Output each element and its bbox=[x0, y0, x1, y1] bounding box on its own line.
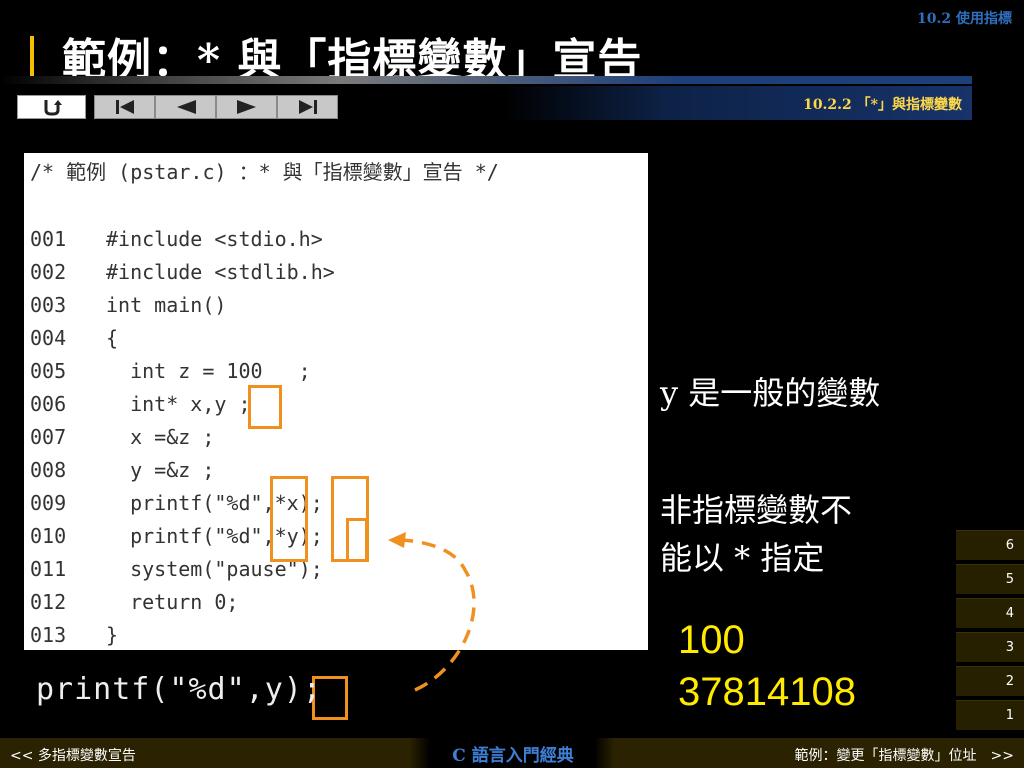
line-number: 011 bbox=[30, 557, 67, 581]
code-line: 005 int z = 100 ; bbox=[30, 358, 311, 384]
line-text: #include <stdio.h> bbox=[106, 227, 323, 251]
subtitle-band: 10.2.2 「*」與指標變數 bbox=[502, 86, 972, 120]
line-text: } bbox=[106, 623, 119, 647]
line-number: 009 bbox=[30, 491, 67, 515]
line-text: y =&z ; bbox=[106, 458, 215, 482]
footer-next-link[interactable]: 範例：變更「指標變數」位址 >> bbox=[795, 745, 1014, 765]
line-number: 001 bbox=[30, 227, 67, 251]
line-number: 003 bbox=[30, 293, 67, 317]
code-line: 002 #include <stdlib.h> bbox=[30, 259, 335, 285]
note-regular-variable: y 是一般的變數 bbox=[660, 374, 881, 412]
code-line: 012 return 0; bbox=[30, 589, 238, 615]
code-line: 003 int main() bbox=[30, 292, 226, 318]
code-line: 007 x =&z ; bbox=[30, 424, 214, 450]
title-rule bbox=[0, 76, 972, 84]
section-label: 10.2 使用指標 bbox=[917, 11, 1012, 27]
line-text: x =&z ; bbox=[106, 425, 215, 449]
note-not-pointer: 非指標變數不 能以 * 指定 bbox=[660, 486, 852, 582]
code-line: 008 y =&z ; bbox=[30, 457, 214, 483]
line-number: 012 bbox=[30, 590, 67, 614]
last-slide-button[interactable] bbox=[277, 95, 338, 119]
footer-bar: << 多指標變數宣告 C 語言入門經典 範例：變更「指標變數」位址 >> bbox=[0, 738, 1024, 768]
title-accent-bar bbox=[30, 36, 34, 76]
line-number: 010 bbox=[30, 524, 67, 548]
subtitle: 10.2.2 「*」與指標變數 bbox=[803, 97, 962, 113]
highlight-y-declaration bbox=[248, 385, 282, 429]
footer-prev-link[interactable]: << 多指標變數宣告 bbox=[10, 745, 136, 765]
page-button-1[interactable]: 1 bbox=[956, 700, 1024, 730]
line-number: 008 bbox=[30, 458, 67, 482]
line-text: int main() bbox=[106, 293, 227, 317]
return-icon bbox=[44, 100, 62, 116]
first-slide-button[interactable] bbox=[94, 95, 155, 119]
bottom-code-snippet: printf("%d",y); bbox=[36, 672, 322, 707]
line-text: int z = 100 ; bbox=[106, 359, 311, 383]
line-text: int* x,y ; bbox=[106, 392, 251, 416]
triangle-right-icon bbox=[236, 100, 256, 114]
page-button-3[interactable]: 3 bbox=[956, 632, 1024, 662]
footer-course-title: C 語言入門經典 bbox=[430, 738, 596, 768]
line-number: 006 bbox=[30, 392, 67, 416]
line-number: 004 bbox=[30, 326, 67, 350]
line-number: 002 bbox=[30, 260, 67, 284]
code-line: 013} bbox=[30, 622, 118, 648]
note-line: 能以 * 指定 bbox=[660, 539, 825, 577]
page-button-4[interactable]: 4 bbox=[956, 598, 1024, 628]
line-text: return 0; bbox=[106, 590, 239, 614]
code-panel: /* 範例 (pstar.c) ：* 與「指標變數」宣告 */ 001 #incl… bbox=[24, 153, 648, 650]
line-text: #include <stdlib.h> bbox=[106, 260, 335, 284]
code-comment: /* 範例 (pstar.c) ：* 與「指標變數」宣告 */ bbox=[30, 160, 499, 184]
dashed-arrow-icon bbox=[388, 532, 476, 692]
line-number: 007 bbox=[30, 425, 67, 449]
code-line: 004 { bbox=[30, 325, 118, 351]
output-line: 100 bbox=[678, 618, 745, 662]
line-number: 013 bbox=[30, 623, 67, 647]
skip-first-icon bbox=[115, 100, 134, 114]
line-number: 005 bbox=[30, 359, 67, 383]
return-button[interactable] bbox=[17, 95, 86, 119]
next-slide-button[interactable] bbox=[216, 95, 277, 119]
code-line: 001 #include <stdio.h> bbox=[30, 226, 323, 252]
line-text: { bbox=[106, 326, 119, 350]
triangle-left-icon bbox=[176, 100, 196, 114]
skip-last-icon bbox=[298, 100, 317, 114]
page-button-6[interactable]: 6 bbox=[956, 530, 1024, 560]
page-button-2[interactable]: 2 bbox=[956, 666, 1024, 696]
code-line: 006 int* x,y ; bbox=[30, 391, 251, 417]
highlight-format-specifier bbox=[270, 476, 308, 562]
prev-slide-button[interactable] bbox=[155, 95, 216, 119]
note-line: 非指標變數不 bbox=[660, 491, 853, 529]
page-button-5[interactable]: 5 bbox=[956, 564, 1024, 594]
output-line: 37814108 bbox=[678, 670, 856, 714]
